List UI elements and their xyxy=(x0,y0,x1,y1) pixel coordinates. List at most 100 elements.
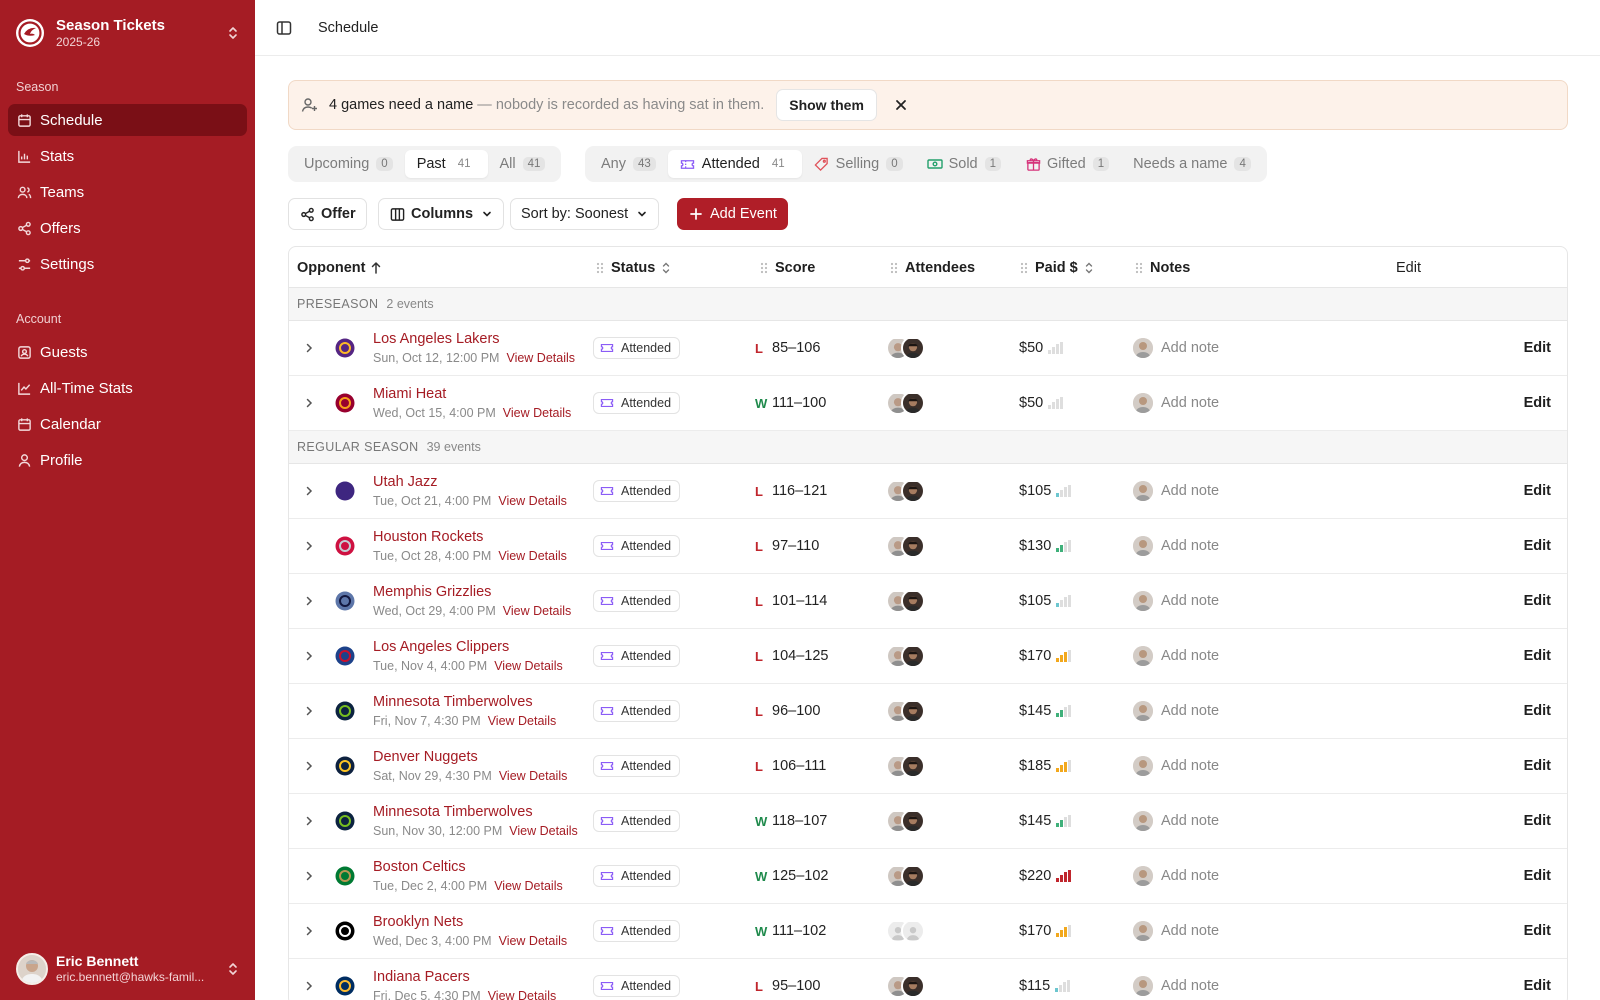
drag-handle-icon[interactable] xyxy=(1019,261,1029,275)
status-badge[interactable]: Attended xyxy=(593,535,681,557)
attendees-cell[interactable] xyxy=(886,464,925,518)
table-row[interactable]: Los Angeles Lakers Sun, Oct 12, 12:00 PM V… xyxy=(289,321,1567,376)
sidebar-item-guests[interactable]: Guests xyxy=(8,336,247,368)
opponent-link[interactable]: Los Angeles Clippers xyxy=(373,638,509,657)
table-row[interactable]: Minnesota Timberwolves Fri, Nov 7, 4:30 P… xyxy=(289,684,1567,739)
view-details-link[interactable]: View Details xyxy=(488,989,557,1000)
expand-row-button[interactable] xyxy=(301,794,317,848)
filter-selling[interactable]: Selling 0 xyxy=(802,150,915,178)
expand-row-button[interactable] xyxy=(301,519,317,573)
attendees-cell[interactable] xyxy=(886,321,925,375)
table-row[interactable]: Memphis Grizzlies Wed, Oct 29, 4:00 PM Vie… xyxy=(289,574,1567,629)
user-menu[interactable]: Eric Bennett eric.bennett@hawks-famil... xyxy=(16,952,241,986)
view-details-link[interactable]: View Details xyxy=(494,659,563,673)
view-details-link[interactable]: View Details xyxy=(499,934,568,948)
table-row[interactable]: Minnesota Timberwolves Sun, Nov 30, 12:00… xyxy=(289,794,1567,849)
sidebar-item-calendar[interactable]: Calendar xyxy=(8,408,247,440)
opponent-link[interactable]: Miami Heat xyxy=(373,385,446,404)
drag-handle-icon[interactable] xyxy=(1134,261,1144,275)
attendees-cell[interactable] xyxy=(886,684,925,738)
filter-upcoming[interactable]: Upcoming 0 xyxy=(292,150,405,178)
table-row[interactable]: Los Angeles Clippers Tue, Nov 4, 4:00 PM V… xyxy=(289,629,1567,684)
status-badge[interactable]: Attended xyxy=(593,865,681,887)
drag-handle-icon[interactable] xyxy=(889,261,899,275)
table-row[interactable]: Houston Rockets Tue, Oct 28, 4:00 PM View … xyxy=(289,519,1567,574)
sidebar-item-all-time-stats[interactable]: All-Time Stats xyxy=(8,372,247,404)
opponent-link[interactable]: Los Angeles Lakers xyxy=(373,330,500,349)
sort-select[interactable]: Sort by: Soonest xyxy=(510,198,660,230)
edit-button[interactable]: Edit xyxy=(1524,684,1551,738)
filter-attended[interactable]: Attended 41 xyxy=(667,150,802,178)
filter-any[interactable]: Any 43 xyxy=(589,150,668,178)
show-them-button[interactable]: Show them xyxy=(776,89,877,121)
sidebar-item-settings[interactable]: Settings xyxy=(8,248,247,280)
sidebar-toggle-button[interactable] xyxy=(272,16,296,40)
status-badge[interactable]: Attended xyxy=(593,700,681,722)
attendees-cell[interactable] xyxy=(886,794,925,848)
status-badge[interactable]: Attended xyxy=(593,920,681,942)
edit-button[interactable]: Edit xyxy=(1524,904,1551,958)
sidebar-item-schedule[interactable]: Schedule xyxy=(8,104,247,136)
opponent-link[interactable]: Memphis Grizzlies xyxy=(373,583,491,602)
opponent-link[interactable]: Brooklyn Nets xyxy=(373,913,463,932)
add-note-button[interactable]: Add note xyxy=(1133,376,1219,430)
add-note-button[interactable]: Add note xyxy=(1133,519,1219,573)
attendees-cell[interactable] xyxy=(886,739,925,793)
status-badge[interactable]: Attended xyxy=(593,755,681,777)
add-note-button[interactable]: Add note xyxy=(1133,794,1219,848)
status-badge[interactable]: Attended xyxy=(593,645,681,667)
add-note-button[interactable]: Add note xyxy=(1133,849,1219,903)
column-score[interactable]: Score xyxy=(759,247,815,288)
expand-row-button[interactable] xyxy=(301,739,317,793)
table-row[interactable]: Indiana Pacers Fri, Dec 5, 4:30 PM View De… xyxy=(289,959,1567,1000)
attendees-cell[interactable] xyxy=(886,849,925,903)
attendees-cell[interactable] xyxy=(886,904,925,958)
expand-row-button[interactable] xyxy=(301,849,317,903)
expand-row-button[interactable] xyxy=(301,904,317,958)
status-badge[interactable]: Attended xyxy=(593,975,681,997)
view-details-link[interactable]: View Details xyxy=(506,351,575,365)
edit-button[interactable]: Edit xyxy=(1524,959,1551,1000)
edit-button[interactable]: Edit xyxy=(1524,794,1551,848)
expand-row-button[interactable] xyxy=(301,959,317,1000)
attendees-cell[interactable] xyxy=(886,376,925,430)
attendees-cell[interactable] xyxy=(886,959,925,1000)
expand-row-button[interactable] xyxy=(301,684,317,738)
columns-button[interactable]: Columns xyxy=(378,198,505,230)
add-note-button[interactable]: Add note xyxy=(1133,574,1219,628)
column-attendees[interactable]: Attendees xyxy=(889,247,975,288)
drag-handle-icon[interactable] xyxy=(759,261,769,275)
add-note-button[interactable]: Add note xyxy=(1133,904,1219,958)
sidebar-item-stats[interactable]: Stats xyxy=(8,140,247,172)
column-opponent[interactable]: Opponent xyxy=(297,247,382,288)
edit-button[interactable]: Edit xyxy=(1524,321,1551,375)
edit-button[interactable]: Edit xyxy=(1524,376,1551,430)
filter-past[interactable]: Past 41 xyxy=(404,150,488,178)
add-note-button[interactable]: Add note xyxy=(1133,464,1219,518)
filter-sold[interactable]: Sold 1 xyxy=(915,150,1013,178)
view-details-link[interactable]: View Details xyxy=(498,549,567,563)
edit-button[interactable]: Edit xyxy=(1524,574,1551,628)
edit-button[interactable]: Edit xyxy=(1524,519,1551,573)
opponent-link[interactable]: Utah Jazz xyxy=(373,473,437,492)
status-badge[interactable]: Attended xyxy=(593,480,681,502)
attendees-cell[interactable] xyxy=(886,519,925,573)
sidebar-item-teams[interactable]: Teams xyxy=(8,176,247,208)
table-row[interactable]: Utah Jazz Tue, Oct 21, 4:00 PM View Detail… xyxy=(289,464,1567,519)
add-note-button[interactable]: Add note xyxy=(1133,629,1219,683)
table-row[interactable]: Miami Heat Wed, Oct 15, 4:00 PM View Detai… xyxy=(289,376,1567,431)
offer-button[interactable]: Offer xyxy=(288,198,367,230)
view-details-link[interactable]: View Details xyxy=(509,824,578,838)
opponent-link[interactable]: Boston Celtics xyxy=(373,858,466,877)
view-details-link[interactable]: View Details xyxy=(499,769,568,783)
opponent-link[interactable]: Denver Nuggets xyxy=(373,748,478,767)
add-note-button[interactable]: Add note xyxy=(1133,684,1219,738)
filter-needs-name[interactable]: Needs a name 4 xyxy=(1121,150,1263,178)
edit-button[interactable]: Edit xyxy=(1524,464,1551,518)
attendees-cell[interactable] xyxy=(886,629,925,683)
sidebar-item-offers[interactable]: Offers xyxy=(8,212,247,244)
view-details-link[interactable]: View Details xyxy=(488,714,557,728)
add-note-button[interactable]: Add note xyxy=(1133,321,1219,375)
edit-button[interactable]: Edit xyxy=(1524,739,1551,793)
edit-button[interactable]: Edit xyxy=(1524,629,1551,683)
